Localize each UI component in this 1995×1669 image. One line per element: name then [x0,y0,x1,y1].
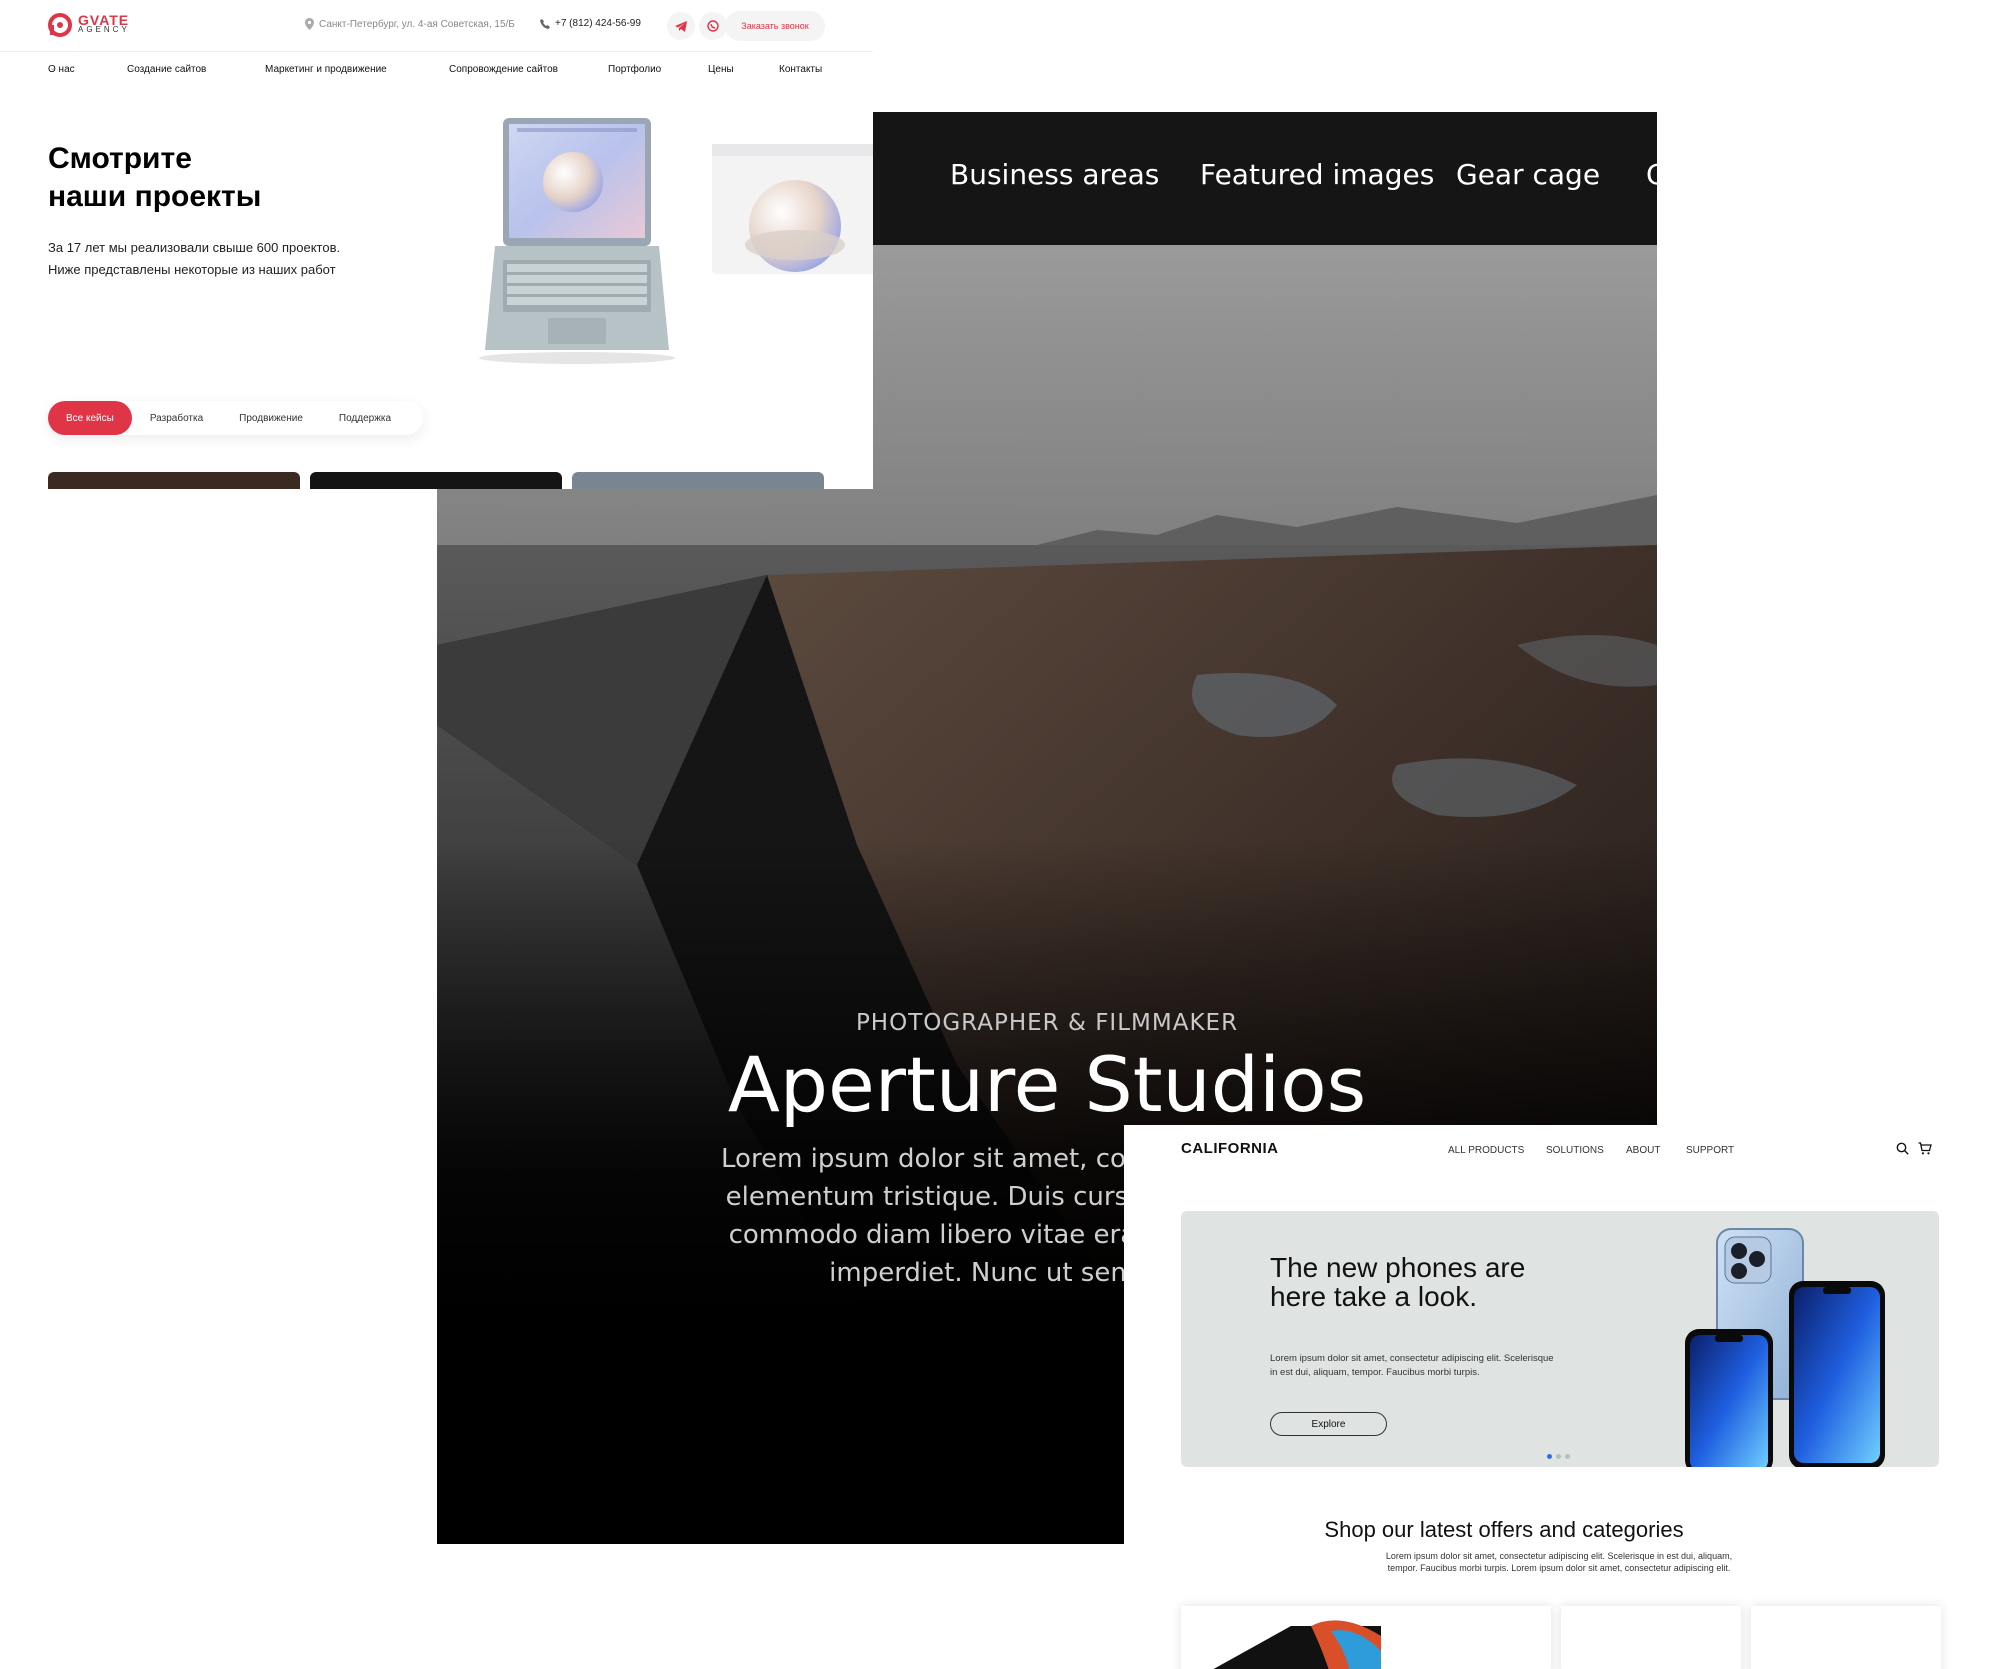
phone-icon [540,18,550,29]
explore-button[interactable]: Explore [1270,1412,1387,1436]
telegram-button[interactable] [667,12,695,40]
laptop-mockup-image [479,118,873,364]
category-card[interactable] [1751,1606,1941,1669]
cart-icon[interactable] [1918,1142,1932,1155]
shop-section-title: Shop our latest offers and categories [1324,1517,1684,1542]
logo-mark-icon [48,13,72,37]
brand-logo[interactable]: GVATE AGENCY [48,13,130,37]
chevron-down-icon: ⌄ [267,65,273,72]
menu-item-truncated[interactable]: C [1646,158,1657,191]
menu-item-gear-cage[interactable]: Gear cage [1456,158,1600,191]
tab-development[interactable]: Разработка [132,401,221,435]
laptop-product-image [1181,1606,1381,1669]
office-address: Санкт-Петербург, ул. 4-ая Советская, 15/… [305,18,515,30]
hero-text: Lorem ipsum dolor sit amet, consectetur … [1270,1353,1554,1378]
main-navigation: О нас ⌄ Создание сайтов ⌄ Маркетинг и прод… [48,64,823,75]
case-thumbnail[interactable] [48,472,300,489]
case-thumbnail[interactable] [310,472,562,489]
hero-kicker: PHOTOGRAPHER & FILMMAKER [855,1010,1239,1036]
hero-banner: The new phones are here take a look. Lor… [1181,1211,1939,1467]
chevron-down-icon: ⌄ [129,65,135,72]
logo-wordmark: GVATE AGENCY [78,12,130,34]
category-card[interactable] [1561,1606,1741,1669]
whatsapp-button[interactable] [699,12,727,40]
gvate-agency-page: GVATE AGENCY Санкт-Петербург, ул. 4-ая С… [0,0,873,489]
nav-item-about[interactable]: ABOUT [1626,1145,1660,1156]
carousel-dot[interactable] [1556,1454,1561,1459]
telegram-icon [675,20,687,32]
tab-promotion[interactable]: Продвижение [221,401,321,435]
nav-item-support[interactable]: SUPPORT [1686,1145,1734,1156]
phone-text: +7 (812) 424-56-99 [555,18,641,29]
nav-item-solutions[interactable]: SOLUTIONS [1546,1145,1604,1156]
intro-text: За 17 лет мы реализовали свыше 600 проек… [48,240,341,277]
nav-item-contacts[interactable]: Контакты [779,64,822,75]
nav-item-all-products[interactable]: ALL PRODUCTS [1448,1145,1524,1156]
case-thumbnail[interactable] [572,472,824,489]
page-title: Смотрите наши проекты [48,142,262,213]
smartphones-product-image [1685,1228,1885,1467]
search-icon[interactable] [1896,1142,1909,1155]
header-topbar: GVATE AGENCY Санкт-Петербург, ул. 4-ая С… [0,0,873,52]
menu-item-business-areas[interactable]: Business areas [950,158,1159,191]
whatsapp-icon [707,20,719,32]
location-pin-icon [305,18,314,30]
phone-number[interactable]: +7 (812) 424-56-99 [540,18,641,29]
chevron-down-icon: ⌄ [50,65,56,72]
header-icons [1896,1140,1936,1158]
category-card[interactable] [1181,1606,1551,1669]
address-text: Санкт-Петербург, ул. 4-ая Советская, 15/… [319,18,515,30]
carousel-dot[interactable] [1565,1454,1570,1459]
carousel-dots [1547,1454,1570,1459]
tab-all-cases[interactable]: Все кейсы [48,401,132,435]
california-store-page: CALIFORNIA ALL PRODUCTS SOLUTIONS ABOUT … [1124,1125,1995,1669]
case-thumbnails [48,472,828,489]
case-filter-tabs: Все кейсы Разработка Продвижение Поддерж… [48,401,424,435]
hero-heading: The new phones are here take a look. [1270,1252,1526,1312]
screenshot-collage: Business areas Featured images Gear cage… [0,0,1995,1669]
carousel-dot-active[interactable] [1547,1454,1552,1459]
menu-item-featured-images[interactable]: Featured images [1200,158,1434,191]
nav-item-support[interactable]: Сопровождение сайтов [449,64,558,75]
nav-item-portfolio[interactable]: Портфолио [608,64,661,75]
order-call-button[interactable]: Заказать звонок [725,11,825,41]
nav-item-prices[interactable]: Цены [708,64,734,75]
shop-section-subtitle: Lorem ipsum dolor sit amet, consectetur … [1385,1551,1733,1573]
tab-support[interactable]: Поддержка [321,401,409,435]
brand-logo[interactable]: CALIFORNIA [1181,1140,1279,1157]
hero-title: Aperture Studios [727,1040,1367,1129]
